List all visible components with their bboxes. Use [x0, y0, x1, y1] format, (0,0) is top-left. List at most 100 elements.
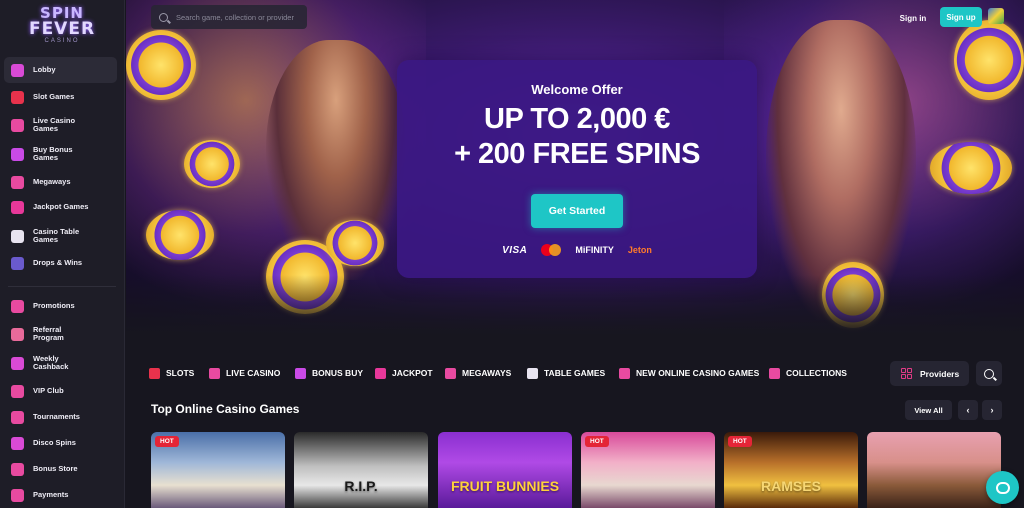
sidebar-item-label: Casino Table Games [33, 226, 80, 244]
gift-icon [11, 299, 24, 313]
store-icon [11, 462, 24, 476]
casino-chip-icon [146, 210, 214, 260]
category-jackpot[interactable]: JACKPOT [375, 362, 433, 384]
sidebar-item-label: Weekly Cashback [33, 353, 69, 371]
search-bar[interactable] [151, 5, 307, 29]
section-title: Top Online Casino Games [151, 402, 300, 416]
sidebar-item-weekly-cashback[interactable]: Weekly Cashback [4, 350, 117, 376]
category-live-casino[interactable]: LIVE CASINO [209, 362, 280, 384]
sidebar-item-label: Referral Program [33, 324, 64, 342]
sidebar-item-referral-program[interactable]: Referral Program [4, 321, 117, 347]
category-label: MEGAWAYS [462, 368, 512, 378]
sidebar-item-promotions[interactable]: Promotions [4, 293, 117, 319]
prev-arrow-button[interactable]: ‹ [958, 400, 978, 420]
sidebar-item-lobby[interactable]: Lobby [4, 57, 117, 83]
sidebar-item-label: VIP Club [33, 385, 64, 395]
game-art-title: R.I.P. [344, 478, 378, 494]
collections-icon [769, 367, 780, 379]
sidebar-item-label: Buy Bonus Games [33, 144, 73, 162]
drops-wins-icon [11, 256, 24, 270]
diamond-icon [11, 200, 24, 214]
game-art-title: FRUIT BUNNIES [450, 478, 560, 494]
offer-kicker: Welcome Offer [531, 82, 623, 97]
sidebar-item-live-casino-games[interactable]: Live Casino Games [4, 112, 117, 138]
category-search-button[interactable] [976, 361, 1002, 386]
lightning-icon [619, 367, 630, 379]
category-label: TABLE GAMES [544, 368, 606, 378]
category-label: COLLECTIONS [786, 368, 847, 378]
lobby-icon [11, 63, 24, 77]
welcome-offer-card: Welcome Offer UP TO 2,000 € + 200 FREE S… [397, 60, 757, 278]
game-tile[interactable]: HOT [581, 432, 715, 508]
category-bonus-buy[interactable]: BONUS BUY [295, 362, 363, 384]
game-tile[interactable]: R.I.P. [294, 432, 428, 508]
category-table-games[interactable]: TABLE GAMES [527, 362, 605, 384]
sidebar-item-jackpot-games[interactable]: Jackpot Games [4, 194, 117, 220]
hot-badge: HOT [728, 436, 752, 447]
disco-ball-icon [11, 436, 24, 450]
sidebar-item-label: Payments [33, 489, 69, 499]
offer-free-spins: + 200 FREE SPINS [454, 138, 700, 170]
offer-amount: UP TO 2,000 € [484, 103, 670, 135]
trophy-icon [11, 410, 24, 424]
cashback-icon [11, 356, 24, 370]
search-icon [984, 368, 994, 379]
sidebar-item-bonus-store[interactable]: Bonus Store [4, 456, 117, 482]
category-megaways[interactable]: MEGAWAYS [445, 362, 511, 384]
cherry-icon [11, 90, 24, 104]
sidebar-divider [8, 286, 116, 287]
sidebar-item-tournaments[interactable]: Tournaments [4, 404, 117, 430]
money-bag-icon [295, 367, 306, 379]
sign-in-button[interactable]: Sign in [893, 10, 933, 26]
category-label: LIVE CASINO [226, 368, 281, 378]
diamond-icon [375, 367, 386, 379]
category-slots[interactable]: SLOTS [149, 362, 194, 384]
language-flag-icon[interactable] [988, 8, 1004, 24]
megaways-icon [11, 175, 24, 189]
casino-chip-icon [184, 140, 240, 188]
sidebar-item-label: Promotions [33, 300, 75, 310]
sidebar-item-megaways[interactable]: Megaways [4, 169, 117, 195]
game-tile[interactable] [867, 432, 1001, 508]
sign-up-button[interactable]: Sign up [940, 7, 982, 27]
money-bag-icon [11, 147, 24, 161]
sidebar-item-disco-spins[interactable]: Disco Spins [4, 430, 117, 456]
sidebar-item-vip-club[interactable]: VIP Club [4, 378, 117, 404]
providers-button[interactable]: Providers [890, 361, 969, 386]
live-chat-button[interactable] [986, 471, 1019, 504]
sidebar-item-buy-bonus-games[interactable]: Buy Bonus Games [4, 141, 117, 167]
view-all-button[interactable]: View All [905, 400, 952, 420]
live-casino-icon [11, 118, 24, 132]
sidebar-item-label: Megaways [33, 176, 71, 186]
get-started-button[interactable]: Get Started [531, 194, 623, 228]
sidebar-item-casino-table-games[interactable]: Casino Table Games [4, 223, 117, 249]
category-new-online-casino-games[interactable]: NEW ONLINE CASINO GAMES [619, 362, 759, 384]
grid-icon [901, 368, 912, 379]
game-tile[interactable]: FRUIT BUNNIES [438, 432, 572, 508]
hero-banner: Welcome Offer UP TO 2,000 € + 200 FREE S… [126, 0, 1024, 335]
jeton-logo: Jeton [627, 245, 652, 255]
sidebar-item-payments[interactable]: Payments [4, 482, 117, 508]
category-collections[interactable]: COLLECTIONS [769, 362, 847, 384]
sidebar-item-label: Lobby [33, 64, 56, 74]
referral-icon [11, 327, 24, 341]
casino-chip-icon [954, 20, 1024, 100]
logo[interactable]: SPIN FEVER CASINO [22, 6, 102, 50]
megaways-icon [445, 367, 456, 379]
sidebar-item-label: Slot Games [33, 91, 75, 101]
hero-fade [126, 275, 1024, 335]
search-input[interactable] [176, 12, 306, 22]
next-arrow-button[interactable]: › [982, 400, 1002, 420]
sidebar-item-slot-games[interactable]: Slot Games [4, 84, 117, 110]
wallet-icon [11, 488, 24, 502]
game-tile[interactable]: RAMSES HOT [724, 432, 858, 508]
mastercard-logo [541, 244, 562, 256]
sidebar-item-drops-wins[interactable]: Drops & Wins [4, 250, 117, 276]
crown-icon [11, 384, 24, 398]
category-label: SLOTS [166, 368, 195, 378]
visa-logo: VISA [502, 244, 528, 256]
game-tile[interactable]: HOT [151, 432, 285, 508]
sidebar-item-label: Tournaments [33, 411, 80, 421]
sidebar-item-label: Drops & Wins [33, 257, 83, 267]
sidebar-item-label: Disco Spins [33, 437, 76, 447]
